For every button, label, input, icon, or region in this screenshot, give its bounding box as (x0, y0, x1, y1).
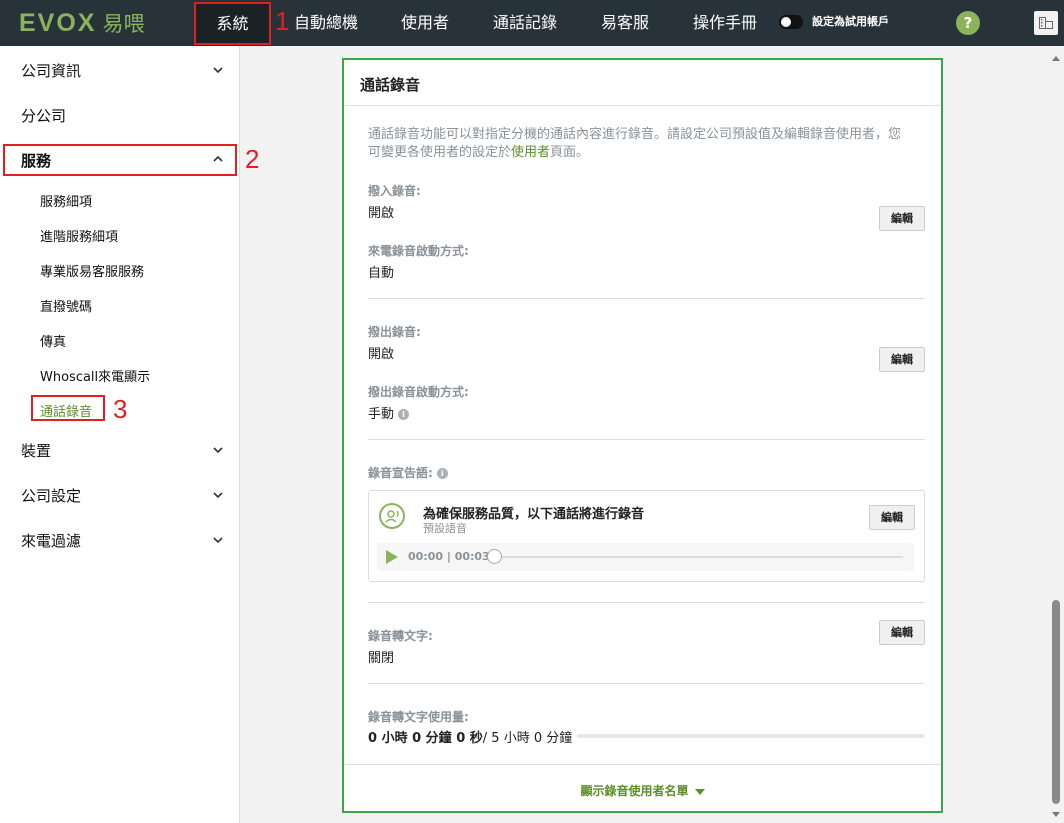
users-link[interactable]: 使用者 (511, 145, 550, 160)
voice-icon (379, 503, 405, 529)
sidebar-item-branch[interactable]: 分公司 (21, 105, 66, 126)
outbound-mode-row: 手動 i (368, 403, 410, 422)
sidebar-subitem-whoscall[interactable]: Whoscall來電顯示 (40, 366, 150, 385)
sidebar-item-company-info[interactable]: 公司資訊 (21, 60, 81, 81)
player-time: 00:00 | 00:03 (408, 550, 490, 563)
sidebar-subitem-service-details[interactable]: 服務細項 (40, 191, 92, 210)
trial-label: 設定為試用帳戶 (812, 15, 889, 28)
usage-progress-bar (577, 734, 925, 738)
logo-text: EVOX (19, 8, 97, 37)
announce-label: 錄音宣告語: (368, 466, 433, 480)
help-icon[interactable]: ? (956, 11, 980, 35)
usage-total: / 5 小時 0 分鐘 (482, 731, 573, 746)
outbound-value: 開啟 (368, 347, 395, 362)
sidebar-item-company-settings[interactable]: 公司設定 (21, 485, 81, 506)
sidebar-subitem-call-recording[interactable]: 通話錄音 (40, 401, 92, 420)
nav-auto-attendant[interactable]: 自動總機 (294, 0, 358, 46)
sidebar-subitem-fax[interactable]: 傳真 (40, 331, 66, 350)
usage-label: 錄音轉文字使用量: (368, 710, 469, 724)
sidebar-item-devices[interactable]: 裝置 (21, 440, 51, 461)
nav-manual[interactable]: 操作手冊 (693, 0, 757, 46)
seek-handle[interactable] (487, 549, 502, 564)
stt-value: 關閉 (368, 651, 395, 666)
call-recording-card: 通話錄音 通話錄音功能可以對指定分機的通話內容進行錄音。請設定公司預設值及編輯錄… (342, 58, 943, 813)
description-text-end: 頁面。 (550, 145, 590, 160)
sidebar-subitem-direct-numbers[interactable]: 直撥號碼 (40, 296, 92, 315)
inbound-label: 撥入錄音: (368, 184, 421, 198)
usage-used: 0 小時 0 分鐘 0 秒 (368, 731, 483, 746)
sidebar-item-services[interactable]: 服務 (21, 150, 51, 171)
chevron-down-icon[interactable] (213, 445, 223, 455)
outbound-mode-value: 手動 (368, 407, 395, 422)
logo-cn: 易喂 (102, 12, 145, 36)
chevron-up-icon[interactable] (213, 154, 223, 164)
annotation-2: 2 (245, 144, 260, 174)
divider (368, 439, 925, 440)
annotation-3: 3 (113, 394, 128, 424)
footer-divider (344, 764, 941, 765)
edit-outbound-button[interactable]: 編輯 (879, 347, 925, 372)
nav-system[interactable]: 系統 (194, 2, 271, 45)
chevron-down-icon[interactable] (213, 65, 223, 75)
description-text: 通話錄音功能可以對指定分機的通話內容進行錄音。請設定公司預設值及編輯錄音使用者，… (368, 127, 902, 160)
scroll-up-icon[interactable] (1052, 56, 1060, 61)
description: 通話錄音功能可以對指定分機的通話內容進行錄音。請設定公司預設值及編輯錄音使用者，… (368, 126, 908, 162)
nav-easy-service[interactable]: 易客服 (601, 0, 649, 46)
inbound-value: 開啟 (368, 206, 395, 221)
nav-call-logs[interactable]: 通話記錄 (493, 0, 557, 46)
inbound-mode-value: 自動 (368, 266, 395, 281)
info-icon[interactable]: i (398, 409, 410, 420)
edit-announcement-button[interactable]: 編輯 (869, 505, 915, 530)
stt-label: 錄音轉文字: (368, 629, 433, 643)
info-icon[interactable]: i (436, 468, 448, 479)
divider (368, 683, 925, 684)
nav-users[interactable]: 使用者 (401, 0, 449, 46)
logo[interactable]: EVOX 易喂 (19, 9, 144, 37)
outbound-mode-label: 撥出錄音啟動方式: (368, 385, 469, 399)
building-icon[interactable] (1034, 11, 1058, 35)
chevron-down-icon[interactable] (213, 490, 223, 500)
sidebar: 公司資訊 分公司 服務 2 服務細項 進階服務細項 專業版易客服服務 直撥號碼 … (0, 46, 259, 823)
sidebar-item-call-filter[interactable]: 來電過濾 (21, 530, 81, 551)
card-header: 通話錄音 (344, 60, 941, 106)
edit-stt-button[interactable]: 編輯 (879, 620, 925, 645)
scrollbar[interactable] (1048, 46, 1064, 823)
announcement-subtitle: 預設語音 (423, 522, 467, 535)
caret-down-icon (694, 788, 705, 795)
audio-player: 00:00 | 00:03 (377, 543, 914, 571)
outbound-label: 撥出錄音: (368, 325, 421, 339)
divider (368, 298, 925, 299)
show-users-label: 顯示錄音使用者名單 (580, 784, 689, 798)
top-bar: EVOX 易喂 系統 1 自動總機 使用者 通話記錄 易客服 操作手冊 設定為試… (0, 0, 1064, 46)
edit-inbound-button[interactable]: 編輯 (879, 206, 925, 231)
sidebar-subitem-advanced-service-details[interactable]: 進階服務細項 (40, 226, 118, 245)
chevron-down-icon[interactable] (213, 535, 223, 545)
trial-toggle[interactable] (779, 15, 803, 29)
sidebar-subitem-pro-service[interactable]: 專業版易客服服務 (40, 261, 144, 280)
play-icon[interactable] (386, 550, 398, 564)
divider (368, 602, 925, 603)
show-users-toggle[interactable]: 顯示錄音使用者名單 (344, 782, 941, 799)
card-title: 通話錄音 (360, 76, 421, 94)
scroll-thumb[interactable] (1052, 600, 1060, 804)
announcement-box: 為確保服務品質，以下通話將進行錄音 預設語音 編輯 00:00 | 00:03 (368, 490, 925, 582)
inbound-mode-label: 來電錄音啟動方式: (368, 244, 469, 258)
seek-track[interactable] (502, 556, 903, 558)
annotation-1: 1 (275, 6, 290, 36)
announce-label-row: 錄音宣告語: i (368, 464, 448, 481)
scroll-down-icon[interactable] (1052, 812, 1060, 817)
usage-row: 0 小時 0 分鐘 0 秒/ 5 小時 0 分鐘 (368, 727, 572, 746)
